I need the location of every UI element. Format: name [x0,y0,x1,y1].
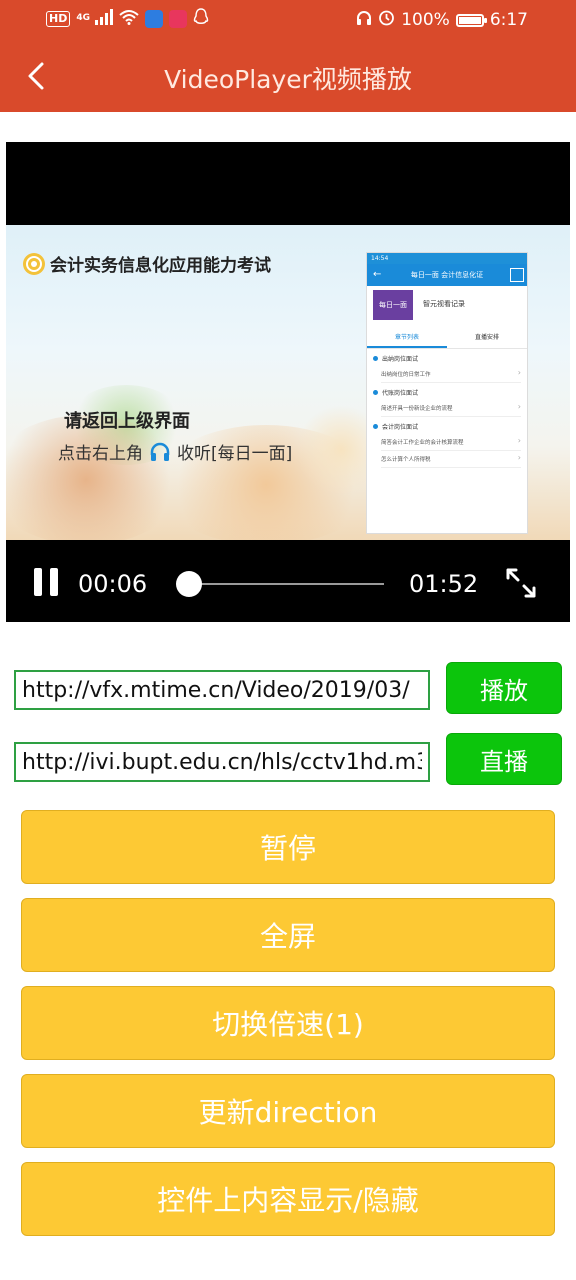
phone-app-bar: ← 每日一面 会计信息化证 [367,264,527,286]
phone-section: 代账岗位面试 [367,383,527,400]
seek-thumb[interactable] [175,571,202,597]
play-button[interactable]: 播放 [446,662,562,714]
phone-section: 会计岗位面试 [367,417,527,434]
phone-list-item: 简述开具一份新设企业的流程 [381,400,521,417]
pause-action-button[interactable]: 暂停 [21,810,555,884]
live-url-input[interactable] [14,742,430,782]
arrow-left-icon: ← [373,269,382,280]
phone-screenshot: 14:54 ← 每日一面 会计信息化证 每日一面 智元视看记录 章节列表 直播安… [366,252,528,534]
phone-list-item: 简答会计工作企业的会计核算流程 [381,434,521,451]
alarm-icon [378,9,395,31]
phone-section-title: 会计岗位面试 [382,424,419,431]
battery-icon [455,13,487,27]
clock: 6:17 [489,10,528,30]
page-title: VideoPlayer视频播放 [164,65,412,94]
wifi-icon [119,9,139,29]
fullscreen-button[interactable] [504,566,538,600]
frame-message-hint: 点击右上角 收听[每日一面] [58,439,292,464]
phone-section: 出纳岗位面试 [367,349,527,366]
status-left: HD 4G [46,8,209,30]
frame-message-title: 请返回上级界面 [64,411,190,432]
network-type-label: 4G [76,13,90,23]
battery-percent: 100% [401,10,450,30]
bullet-icon [373,424,378,429]
live-button[interactable]: 直播 [446,733,562,785]
speed-button[interactable]: 切换倍速(1) [21,986,555,1060]
phone-tab: 直播安排 [474,334,499,341]
phone-card-title: 智元视看记录 [423,300,465,308]
phone-section-title: 代账岗位面试 [382,390,419,397]
current-time: 00:06 [78,570,148,598]
app-notification-icon [145,10,164,28]
player-controls: 00:06 01:52 [6,540,570,622]
total-time: 01:52 [409,570,479,598]
phone-list-item: 出纳岗位的日常工作 [381,366,521,383]
video-frame: 会计实务信息化应用能力考试 请返回上级界面 点击右上角 收听[每日一面] 14:… [6,225,570,540]
phone-status-time: 14:54 [371,255,389,262]
fullscreen-action-button[interactable]: 全屏 [21,898,555,972]
phone-tabs: 章节列表 直播安排 [367,328,527,349]
phone-tab: 章节列表 [367,328,447,348]
headphones-icon [150,442,170,461]
app-bar: VideoPlayer视频播放 [0,40,576,112]
phone-thumb: 每日一面 [373,290,413,320]
app-notification-icon [169,10,188,28]
signal-icon: 4G [76,9,114,29]
qq-icon [193,8,209,30]
video-player[interactable]: 会计实务信息化应用能力考试 请返回上级界面 点击右上角 收听[每日一面] 14:… [6,142,570,622]
headphones-icon [356,10,372,31]
hint-suffix: 收听[每日一面] [177,444,293,464]
fullscreen-icon [506,568,536,598]
hd-icon: HD [46,11,71,27]
update-direction-button[interactable]: 更新direction [21,1074,555,1148]
course-title: 会计实务信息化应用能力考试 [50,256,271,276]
status-bar: HD 4G 100% 6:17 [0,0,576,40]
pause-button[interactable] [32,568,60,598]
course-logo-icon [23,253,45,275]
toggle-controls-button[interactable]: 控件上内容显示/隐藏 [21,1162,555,1236]
status-right: 100% 6:17 [356,9,528,31]
phone-section-title: 出纳岗位面试 [382,356,419,363]
vod-url-input[interactable] [14,670,430,710]
bullet-icon [373,390,378,395]
phone-title: 每日一面 会计信息化证 [410,271,484,279]
seek-bar[interactable] [178,583,384,585]
headphones-icon [510,268,524,282]
phone-list-item: 怎么计算个人所得税 [381,451,521,468]
phone-status-bar: 14:54 [367,253,527,264]
phone-card: 每日一面 智元视看记录 [367,286,527,328]
hint-prefix: 点击右上角 [58,444,143,464]
bullet-icon [373,356,378,361]
